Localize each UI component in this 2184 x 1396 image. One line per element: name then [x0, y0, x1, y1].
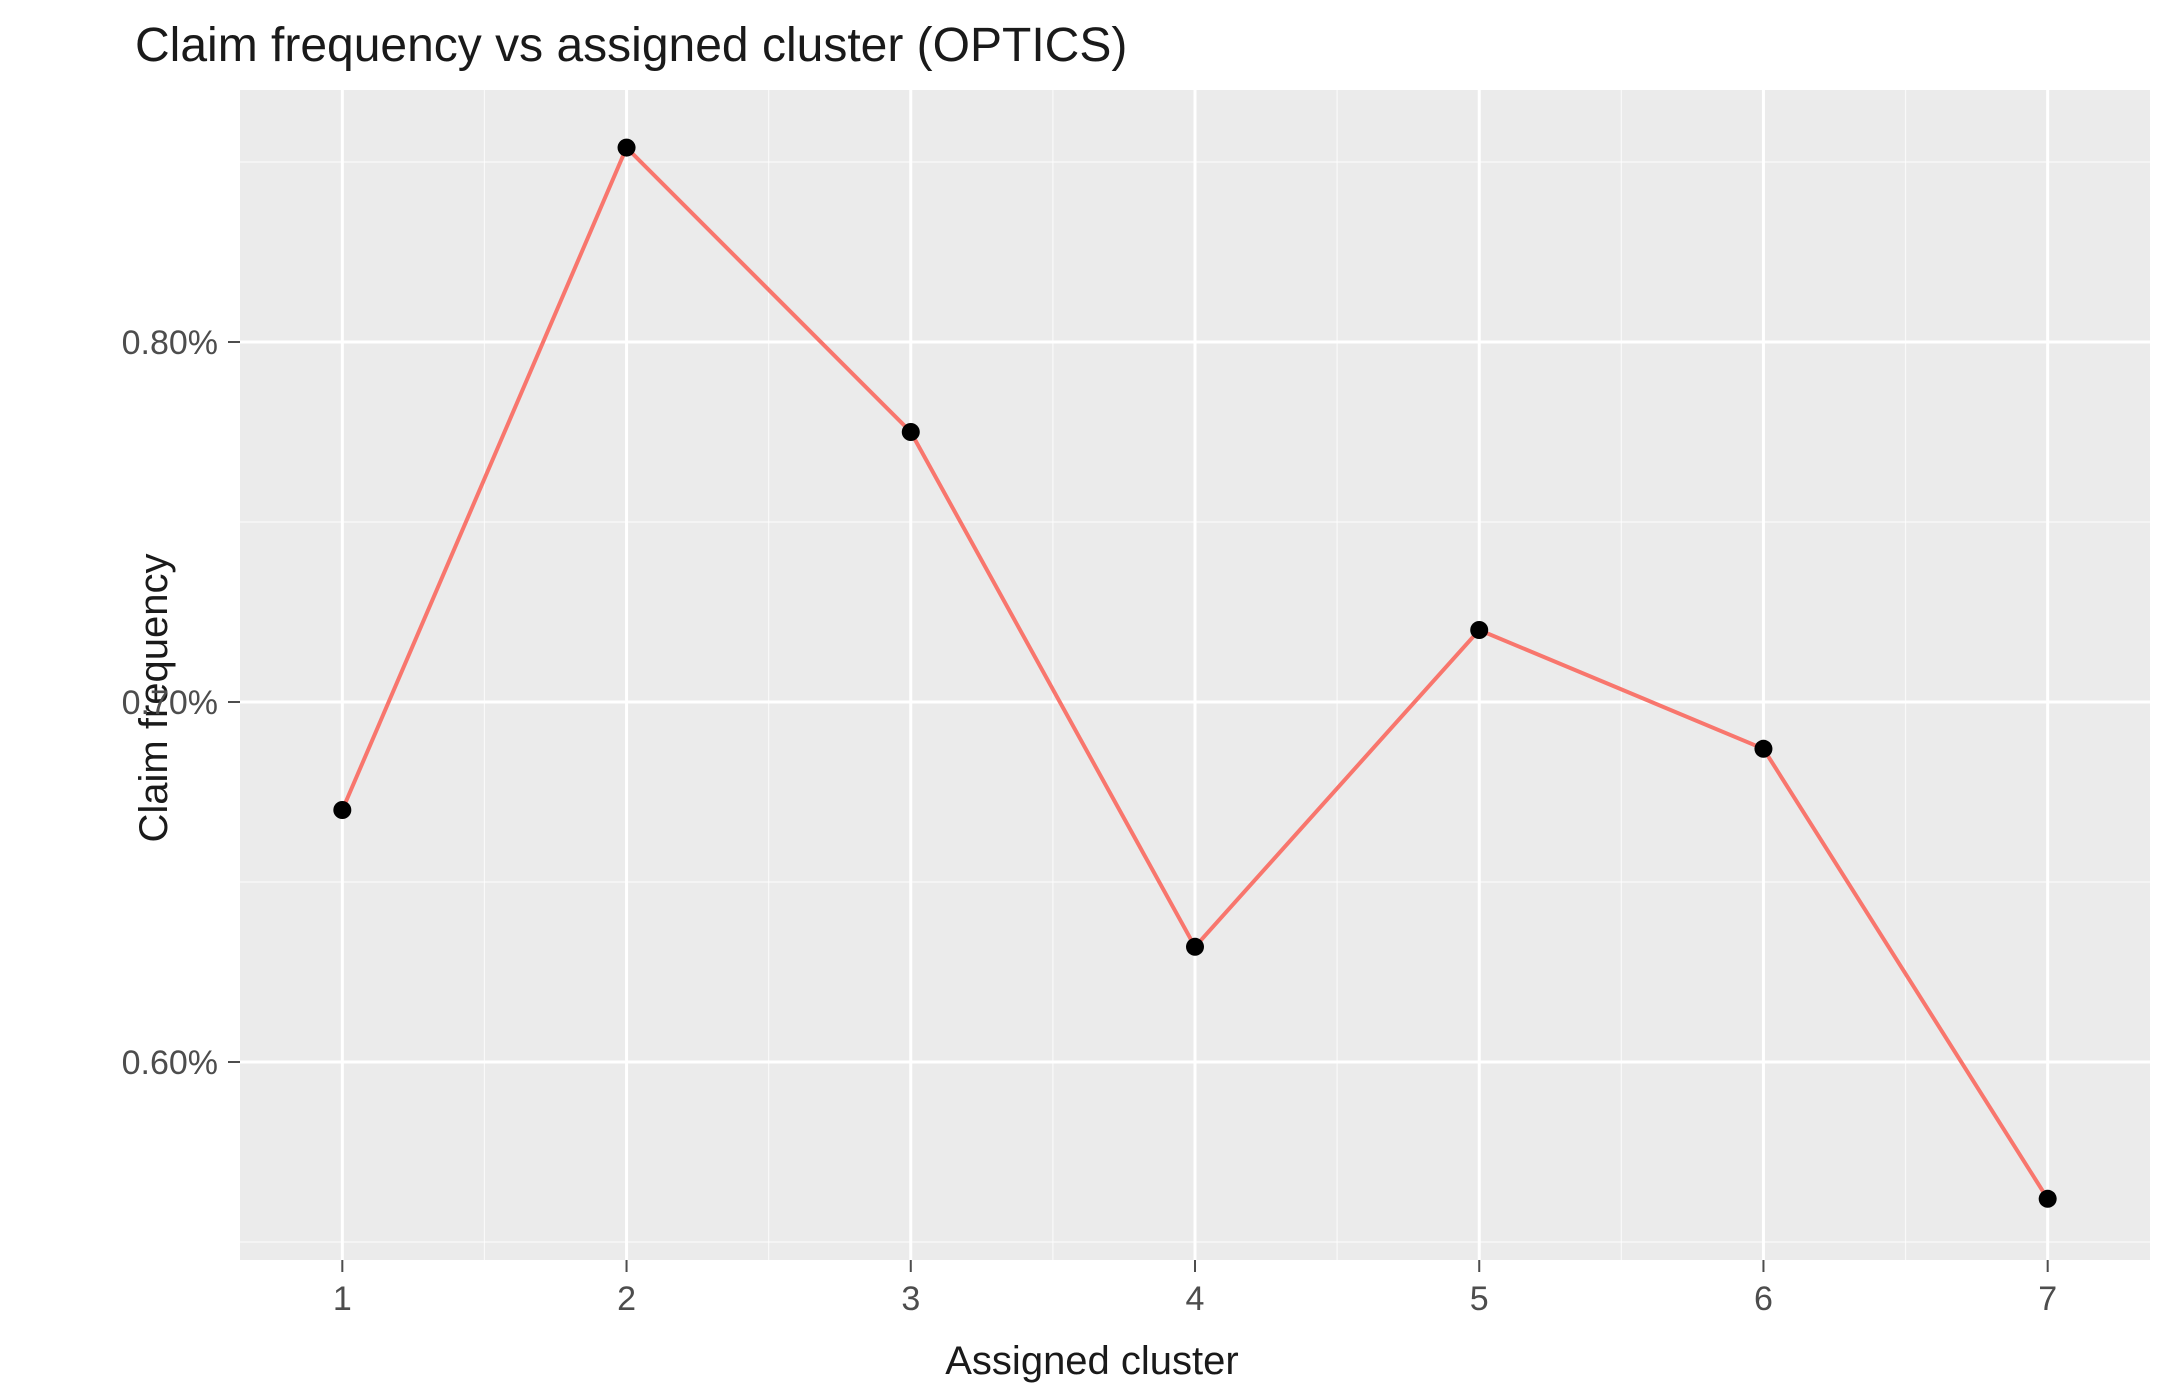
chart-container: Claim frequency vs assigned cluster (OPT…: [0, 0, 2184, 1396]
data-point: [1186, 938, 1204, 956]
y-tick-label: 0.60%: [122, 1044, 218, 1082]
y-tick-label: 0.80%: [122, 324, 218, 362]
chart-svg: 1 2 3 4 5 6 7 0.60% 0.70% 0.80%: [0, 0, 2184, 1396]
x-tick-label: 2: [617, 1280, 636, 1318]
data-point: [618, 139, 636, 157]
data-point: [902, 423, 920, 441]
x-tick-label: 5: [1470, 1280, 1489, 1318]
y-tick-label: 0.70%: [122, 684, 218, 722]
data-point: [333, 801, 351, 819]
x-tick-label: 4: [1186, 1280, 1205, 1318]
x-tick-label: 3: [901, 1280, 920, 1318]
x-tick-label: 1: [333, 1280, 352, 1318]
x-tick-label: 6: [1754, 1280, 1773, 1318]
y-axis-ticks: 0.60% 0.70% 0.80%: [122, 324, 240, 1082]
x-tick-label: 7: [2038, 1280, 2057, 1318]
data-point: [1470, 621, 1488, 639]
data-point: [1754, 740, 1772, 758]
x-axis-ticks: 1 2 3 4 5 6 7: [333, 1260, 2057, 1318]
data-point: [2039, 1190, 2057, 1208]
